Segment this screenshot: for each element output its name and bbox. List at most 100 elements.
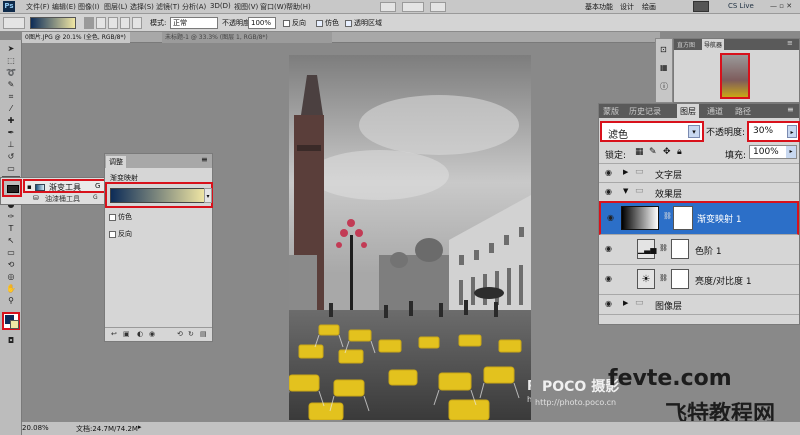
info-icon[interactable]: ⓘ: [660, 81, 668, 92]
eraser-tool-icon[interactable]: ▭: [6, 164, 16, 174]
layer-brightness-contrast[interactable]: ◉ ☀ ⛓ 亮度/对比度 1: [599, 265, 799, 295]
layer-levels[interactable]: ◉ ▁▃▅ ⛓ 色阶 1: [599, 235, 799, 265]
linear-gradient-button[interactable]: [84, 17, 94, 29]
history-brush-tool-icon[interactable]: ↺: [6, 152, 16, 162]
lock-all-icon[interactable]: 🔒︎: [677, 147, 682, 157]
stamp-tool-icon[interactable]: ⊥: [6, 140, 16, 150]
tab-adjustments[interactable]: 调整: [106, 156, 126, 168]
fill-input[interactable]: 100% ▸: [749, 145, 797, 159]
dither-option-box[interactable]: [109, 213, 116, 221]
cs-live-button[interactable]: CS Live: [728, 2, 754, 10]
menu-image[interactable]: 图像(I): [78, 2, 100, 12]
reverse-option-box[interactable]: [109, 230, 116, 238]
tab-active-document[interactable]: 0图片.JPG @ 20.1% (全色, RGB/8*): [22, 32, 130, 43]
menu-file[interactable]: 文件(F): [26, 2, 50, 12]
type-tool-icon[interactable]: T: [6, 224, 16, 234]
reverse-checkbox[interactable]: 反向: [283, 18, 306, 28]
paint-bucket-menu-item[interactable]: ⛁ 油漆桶工具 G: [25, 194, 105, 205]
healing-tool-icon[interactable]: ✚: [6, 116, 16, 126]
zoom-tool-icon[interactable]: ⚲: [6, 296, 16, 306]
layers-menu-icon[interactable]: ≡: [787, 105, 794, 114]
layer-opacity-input[interactable]: 30% ▸: [747, 121, 800, 142]
pen-tool-icon[interactable]: ✑: [6, 212, 16, 222]
back-icon[interactable]: ↩: [111, 330, 117, 338]
path-select-tool-icon[interactable]: ↖: [6, 236, 16, 246]
reverse-check-box[interactable]: [283, 19, 290, 27]
visibility-eye-icon[interactable]: ◉: [605, 274, 612, 283]
dither-checkbox[interactable]: 仿色: [316, 18, 339, 28]
lasso-tool-icon[interactable]: ➰: [6, 68, 16, 78]
tab-paths[interactable]: 路径: [735, 106, 751, 117]
collapse-arrow-icon[interactable]: ▼: [623, 187, 628, 195]
menu-filter[interactable]: 滤镜(T): [156, 2, 180, 12]
arrange-button[interactable]: [430, 2, 446, 12]
visibility-eye-icon[interactable]: ◉: [605, 168, 612, 177]
quick-select-tool-icon[interactable]: ✎: [6, 80, 16, 90]
opacity-input[interactable]: 100%: [248, 17, 276, 29]
tab-channels[interactable]: 通道: [707, 106, 723, 117]
screen-mode-button[interactable]: [380, 2, 396, 12]
delete-icon[interactable]: ▤: [200, 330, 207, 338]
blend-mode-select[interactable]: 滤色 ▾: [600, 121, 704, 142]
workspace-switcher-button[interactable]: [693, 1, 709, 12]
layer-mask-thumb[interactable]: [673, 206, 693, 230]
3d-rotate-tool-icon[interactable]: ⟲: [6, 260, 16, 270]
3d-orbit-tool-icon[interactable]: ◎: [6, 272, 16, 282]
gradient-map-preview[interactable]: [110, 188, 206, 203]
tab-layers[interactable]: 图层: [677, 104, 699, 119]
mode-select[interactable]: 正常: [170, 17, 218, 29]
workspace-paint[interactable]: 绘画: [642, 2, 656, 12]
navigator-thumbnail[interactable]: [720, 53, 750, 99]
layer-group-effects[interactable]: ◉ ▼ ▭ 效果层: [599, 183, 799, 202]
angle-gradient-button[interactable]: [108, 17, 118, 29]
shape-tool-icon[interactable]: ▭: [6, 248, 16, 258]
window-controls[interactable]: — ▫ ✕: [770, 2, 798, 11]
diamond-gradient-button[interactable]: [132, 17, 142, 29]
layer-opacity-arrow[interactable]: ▸: [787, 125, 797, 138]
histogram-icon[interactable]: ▦: [660, 63, 668, 72]
gradient-map-dropdown[interactable]: ▾: [204, 188, 212, 203]
transparency-check-box[interactable]: [345, 19, 352, 27]
layer-mask-thumb[interactable]: [671, 269, 689, 289]
menu-analysis[interactable]: 分析(A): [182, 2, 206, 12]
tab-histogram[interactable]: 直方图: [677, 40, 695, 49]
tool-preset-picker[interactable]: [3, 17, 25, 29]
panel-menu-icon[interactable]: ≡: [201, 155, 208, 164]
gradient-tool-icon-box[interactable]: [2, 179, 22, 197]
expand-arrow-icon[interactable]: ▶: [623, 168, 628, 176]
zoom-level-button[interactable]: [402, 2, 424, 12]
navigator-menu-icon[interactable]: ≡: [787, 39, 793, 47]
menu-select[interactable]: 选择(S): [130, 2, 154, 12]
background-color[interactable]: [10, 320, 19, 329]
marquee-tool-icon[interactable]: ⬚: [6, 56, 16, 66]
canvas-photo[interactable]: POCO 摄影 http://photo.poco.cn: [289, 55, 531, 420]
layer-gradient-map[interactable]: ◉ ⛓ 渐变映射 1: [599, 201, 799, 235]
visibility-eye-icon[interactable]: ◉: [605, 299, 612, 308]
visibility-eye-icon[interactable]: ◉: [605, 244, 612, 253]
menu-3d[interactable]: 3D(D): [210, 2, 231, 10]
brush-tool-icon[interactable]: ✒: [6, 128, 16, 138]
fill-arrow[interactable]: ▸: [786, 146, 796, 158]
gradient-tool-menu-item[interactable]: ▪ 渐变工具 G: [23, 179, 106, 193]
tab-masks[interactable]: 蒙版: [603, 106, 619, 117]
dither-option[interactable]: 仿色: [109, 212, 132, 222]
dither-check-box[interactable]: [316, 19, 323, 27]
layer-mask-thumb[interactable]: [671, 239, 689, 259]
eyedropper-tool-icon[interactable]: ⁄: [6, 104, 16, 114]
layer-group-text[interactable]: ◉ ▶ ▭ 文字层: [599, 163, 799, 183]
menu-view[interactable]: 视图(V): [234, 2, 258, 12]
workspace-design[interactable]: 设计: [620, 2, 634, 12]
color-swatches[interactable]: [2, 312, 20, 330]
menu-window[interactable]: 窗口(W): [260, 2, 286, 12]
lock-transparent-icon[interactable]: ▦: [635, 147, 644, 157]
layer-group-image[interactable]: ◉ ▶ ▭ 图像层: [599, 295, 799, 315]
menu-edit[interactable]: 编辑(E): [52, 2, 76, 12]
chain-link-icon[interactable]: ⛓: [659, 244, 668, 252]
reverse-option[interactable]: 反向: [109, 229, 132, 239]
crop-tool-icon[interactable]: ⌗: [6, 92, 16, 102]
reset-icon[interactable]: ↻: [188, 330, 194, 338]
radial-gradient-button[interactable]: [96, 17, 106, 29]
quick-mask-icon[interactable]: ◘: [6, 336, 16, 346]
clip-icon[interactable]: ◐: [137, 330, 143, 338]
tab-history[interactable]: 历史记录: [629, 106, 661, 117]
